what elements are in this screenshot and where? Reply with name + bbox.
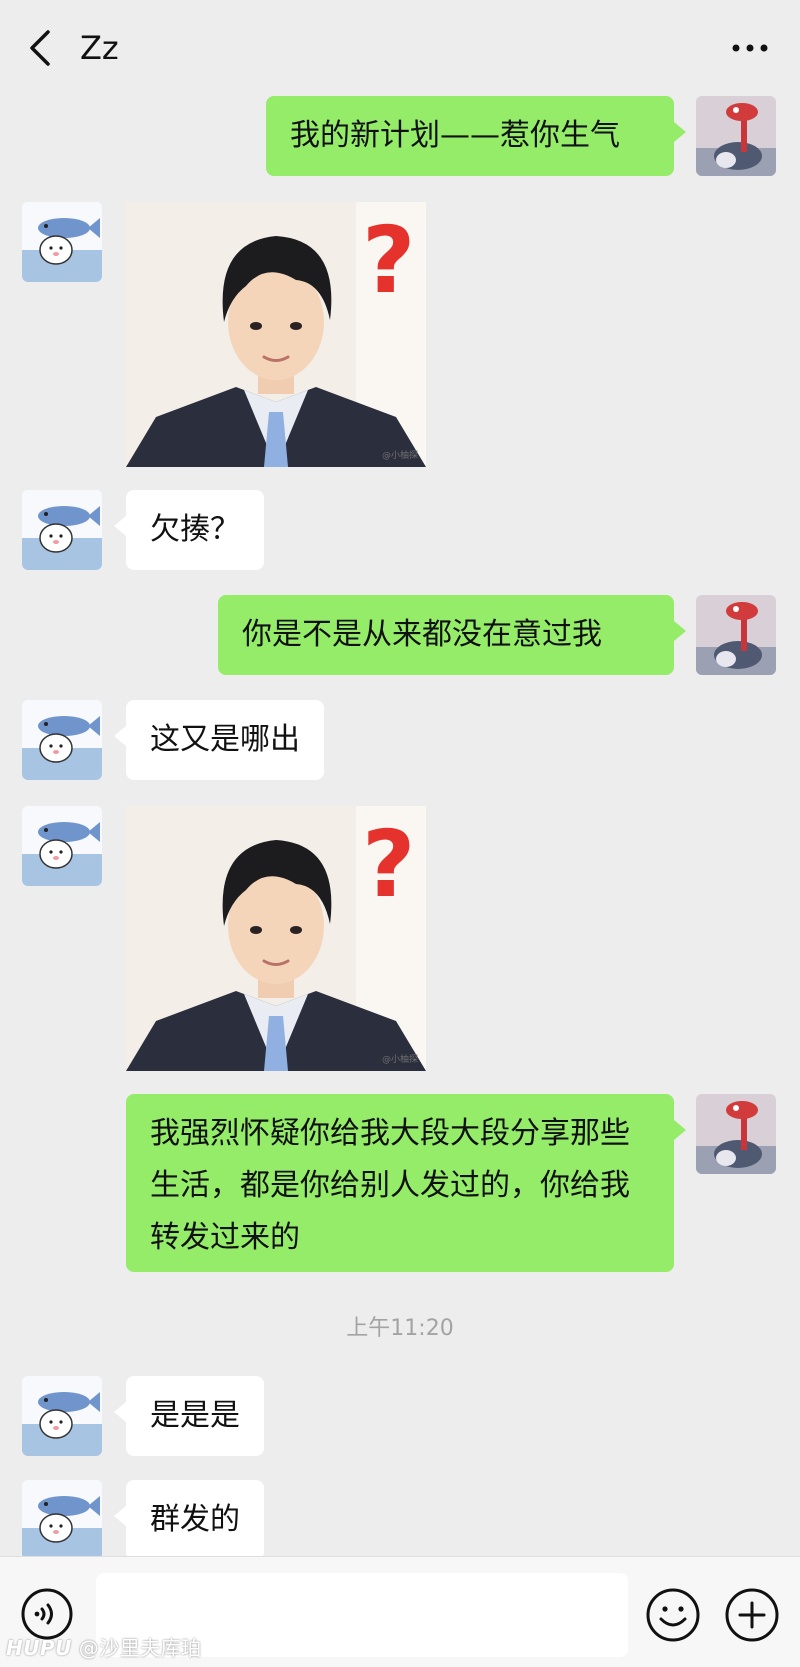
avatar-other[interactable]: [22, 490, 102, 570]
fish-sticker-avatar-icon: [22, 1480, 102, 1560]
fish-sticker-avatar-icon: [22, 490, 102, 570]
sticker-boy-question-mark-icon: ?: [126, 806, 426, 1071]
avatar-other[interactable]: [22, 700, 102, 780]
fish-sticker-avatar-icon: [22, 700, 102, 780]
message-bubble-other[interactable]: 是是是: [114, 1376, 264, 1456]
chat-screen: Zz 我的新计划——惹你生气 ? @小柚探 欠揍？ 你是不是从来都没在意过我 这…: [0, 0, 800, 1667]
message-bubble-other[interactable]: 群发的: [114, 1480, 264, 1560]
cartoon-cat-avatar-icon: [696, 96, 776, 176]
message-bubble-self[interactable]: 我强烈怀疑你给我大段大段分享那些生活，都是你给别人发过的，你给我转发过来的: [126, 1094, 686, 1272]
svg-text:?: ?: [362, 207, 415, 314]
avatar-other[interactable]: [22, 202, 102, 282]
message-bubble-other[interactable]: 这又是哪出: [114, 700, 324, 780]
fish-sticker-avatar-icon: [22, 1376, 102, 1456]
plus-icon: [725, 1588, 779, 1642]
avatar-other[interactable]: [22, 1376, 102, 1456]
chat-title: Zz: [80, 29, 119, 67]
emoji-icon: [646, 1588, 700, 1642]
image-watermark: @小柚探: [381, 451, 418, 461]
message-bubble-other[interactable]: 欠揍？: [114, 490, 264, 570]
avatar-self[interactable]: [696, 595, 776, 675]
fish-sticker-avatar-icon: [22, 202, 102, 282]
watermark-brand: HUPU: [6, 1636, 72, 1660]
message-timestamp: 上午11:20: [346, 1316, 454, 1341]
emoji-button[interactable]: [645, 1587, 701, 1643]
avatar-other[interactable]: [22, 806, 102, 886]
message-image-other[interactable]: ? @小柚探: [126, 806, 426, 1071]
back-button[interactable]: [22, 26, 62, 70]
more-button[interactable]: [730, 38, 770, 58]
chevron-left-icon: [30, 30, 50, 66]
hupu-watermark: HUPU @沙里夫库珀: [6, 1632, 202, 1661]
cartoon-cat-avatar-icon: [696, 1094, 776, 1174]
message-bubble-self[interactable]: 你是不是从来都没在意过我: [218, 595, 686, 675]
avatar-self[interactable]: [696, 96, 776, 176]
message-image-other[interactable]: ? @小柚探: [126, 202, 426, 467]
cartoon-cat-avatar-icon: [696, 595, 776, 675]
fish-sticker-avatar-icon: [22, 806, 102, 886]
image-watermark: @小柚探: [381, 1055, 418, 1065]
watermark-user: @沙里夫库珀: [78, 1636, 202, 1660]
avatar-other[interactable]: [22, 1480, 102, 1560]
sticker-boy-question-mark-icon: ?: [126, 202, 426, 467]
avatar-self[interactable]: [696, 1094, 776, 1174]
more-actions-button[interactable]: [724, 1587, 780, 1643]
chat-header: Zz: [0, 0, 800, 96]
more-dots-icon: [732, 44, 768, 52]
svg-text:?: ?: [362, 811, 415, 918]
message-bubble-self[interactable]: 我的新计划——惹你生气: [266, 96, 686, 176]
